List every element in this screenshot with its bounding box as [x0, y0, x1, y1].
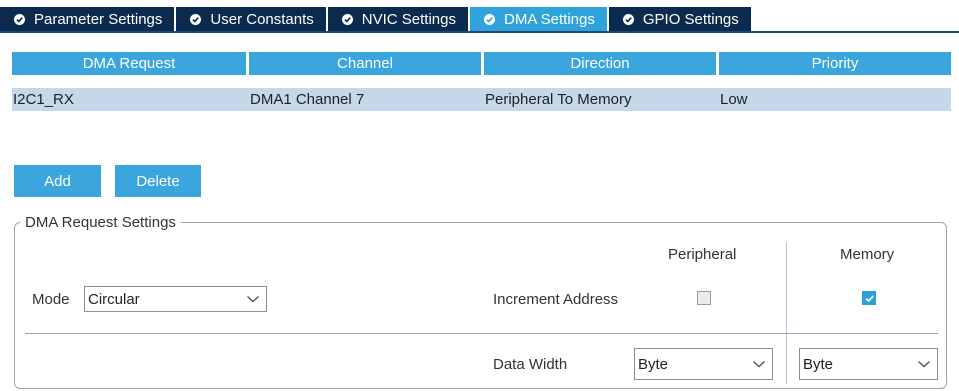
check-circle-icon: [341, 13, 353, 25]
tab-label: Parameter Settings: [34, 10, 163, 28]
tab-dma-settings[interactable]: DMA Settings: [470, 7, 609, 31]
data-width-memory-value: Byte: [803, 355, 834, 373]
check-circle-icon: [484, 13, 495, 25]
increment-memory-checkbox[interactable]: [862, 291, 876, 305]
tab-label: GPIO Settings: [642, 10, 739, 28]
mode-label: Mode: [32, 291, 70, 308]
table-header: DMA Request Channel Direction Priority: [12, 52, 951, 75]
table-row[interactable]: I2C1_RX DMA1 Channel 7 Peripheral To Mem…: [12, 88, 951, 111]
chevron-down-icon: [918, 360, 930, 368]
mode-select[interactable]: Circular: [84, 286, 267, 312]
tab-nvic-settings[interactable]: NVIC Settings: [327, 7, 470, 31]
tab-label: NVIC Settings: [361, 10, 456, 28]
check-icon: [864, 294, 874, 302]
tab-divider: [0, 31, 959, 33]
add-button[interactable]: Add: [14, 165, 101, 197]
chevron-down-icon: [753, 360, 765, 368]
data-width-peripheral-select[interactable]: Byte: [634, 348, 773, 380]
cell-direction: Peripheral To Memory: [485, 91, 632, 108]
cell-priority: Low: [720, 91, 748, 108]
column-divider: [786, 242, 787, 384]
data-width-label: Data Width: [493, 356, 568, 373]
tab-gpio-settings[interactable]: GPIO Settings: [608, 7, 753, 31]
group-legend: DMA Request Settings: [20, 214, 181, 231]
data-width-peripheral-value: Byte: [638, 355, 669, 373]
delete-button[interactable]: Delete: [115, 165, 201, 197]
memory-column-header: Memory: [840, 246, 895, 263]
dma-request-table: DMA Request Channel Direction Priority I…: [12, 52, 951, 111]
row-divider: [25, 333, 938, 334]
tab-user-constants[interactable]: User Constants: [176, 7, 328, 31]
peripheral-column-header: Peripheral: [668, 246, 737, 263]
check-circle-icon: [14, 13, 25, 25]
column-header-dma-request[interactable]: DMA Request: [12, 52, 246, 75]
cell-dma-request: I2C1_RX: [13, 91, 74, 108]
tab-label: DMA Settings: [504, 10, 595, 28]
increment-peripheral-checkbox[interactable]: [697, 291, 711, 305]
tab-label: User Constants: [210, 10, 314, 28]
check-circle-icon: [190, 13, 202, 25]
increment-address-label: Increment Address: [493, 291, 619, 308]
column-header-priority[interactable]: Priority: [719, 52, 951, 75]
tab-parameter-settings[interactable]: Parameter Settings: [0, 7, 177, 31]
column-header-channel[interactable]: Channel: [249, 52, 481, 75]
check-circle-icon: [622, 13, 634, 25]
data-width-memory-select[interactable]: Byte: [799, 348, 938, 380]
mode-select-value: Circular: [88, 290, 140, 308]
tab-bar: Parameter Settings User Constants NVIC S…: [0, 7, 753, 31]
chevron-down-icon: [247, 295, 259, 303]
cell-channel: DMA1 Channel 7: [250, 91, 365, 108]
column-header-direction[interactable]: Direction: [484, 52, 716, 75]
